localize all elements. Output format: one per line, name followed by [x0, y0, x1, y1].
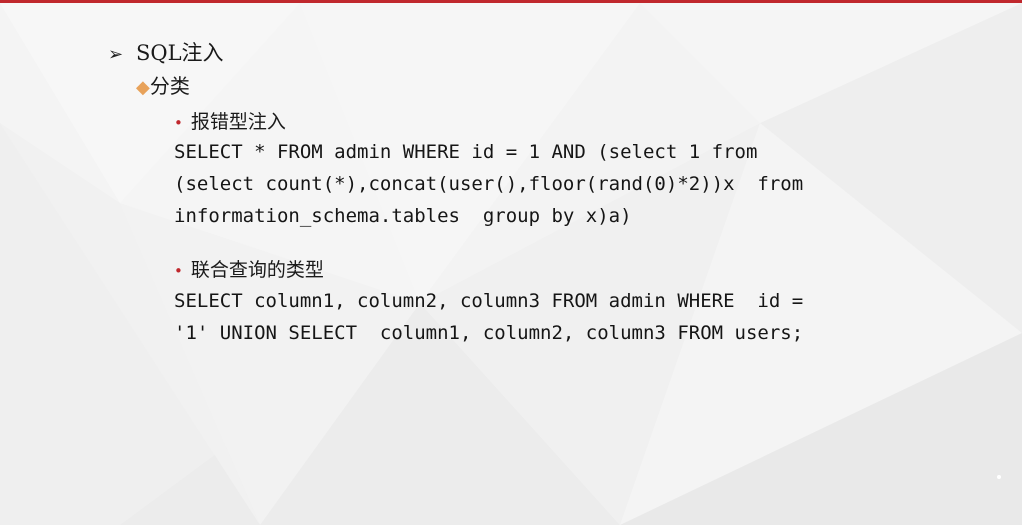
outline-subtitle: ◆分类: [136, 71, 190, 103]
code-block-error-injection: SELECT * FROM admin WHERE id = 1 AND (se…: [174, 136, 803, 232]
list-item-heading: 报错型注入: [190, 111, 286, 133]
slide-content: ➢ SQL注入 ◆分类 • 报错型注入 SELECT * FROM admin WH…: [0, 0, 1022, 525]
diamond-bullet-icon: ◆: [136, 77, 150, 98]
code-line: '1' UNION SELECT column1, column2, colum…: [174, 322, 804, 344]
code-line: (select count(*),concat(user(),floor(ran…: [174, 173, 804, 195]
decorative-dot: [997, 475, 1001, 479]
code-line: SELECT * FROM admin WHERE id = 1 AND (se…: [174, 141, 758, 163]
list-item-error-injection: • 报错型注入: [174, 108, 286, 137]
arrow-bullet-icon: ➢: [108, 44, 124, 65]
bullet-dot-icon: •: [174, 114, 183, 132]
code-block-union-query: SELECT column1, column2, column3 FROM ad…: [174, 285, 803, 349]
list-item-union-query: • 联合查询的类型: [174, 256, 324, 285]
outline-subtitle-text: 分类: [149, 74, 190, 98]
list-item-heading: 联合查询的类型: [190, 259, 324, 281]
code-line: information_schema.tables group by x)a): [174, 205, 632, 227]
outline-title: ➢ SQL注入: [108, 38, 224, 70]
code-line: SELECT column1, column2, column3 FROM ad…: [174, 290, 804, 312]
outline-title-text: SQL注入: [136, 41, 224, 65]
bullet-dot-icon: •: [174, 262, 183, 280]
